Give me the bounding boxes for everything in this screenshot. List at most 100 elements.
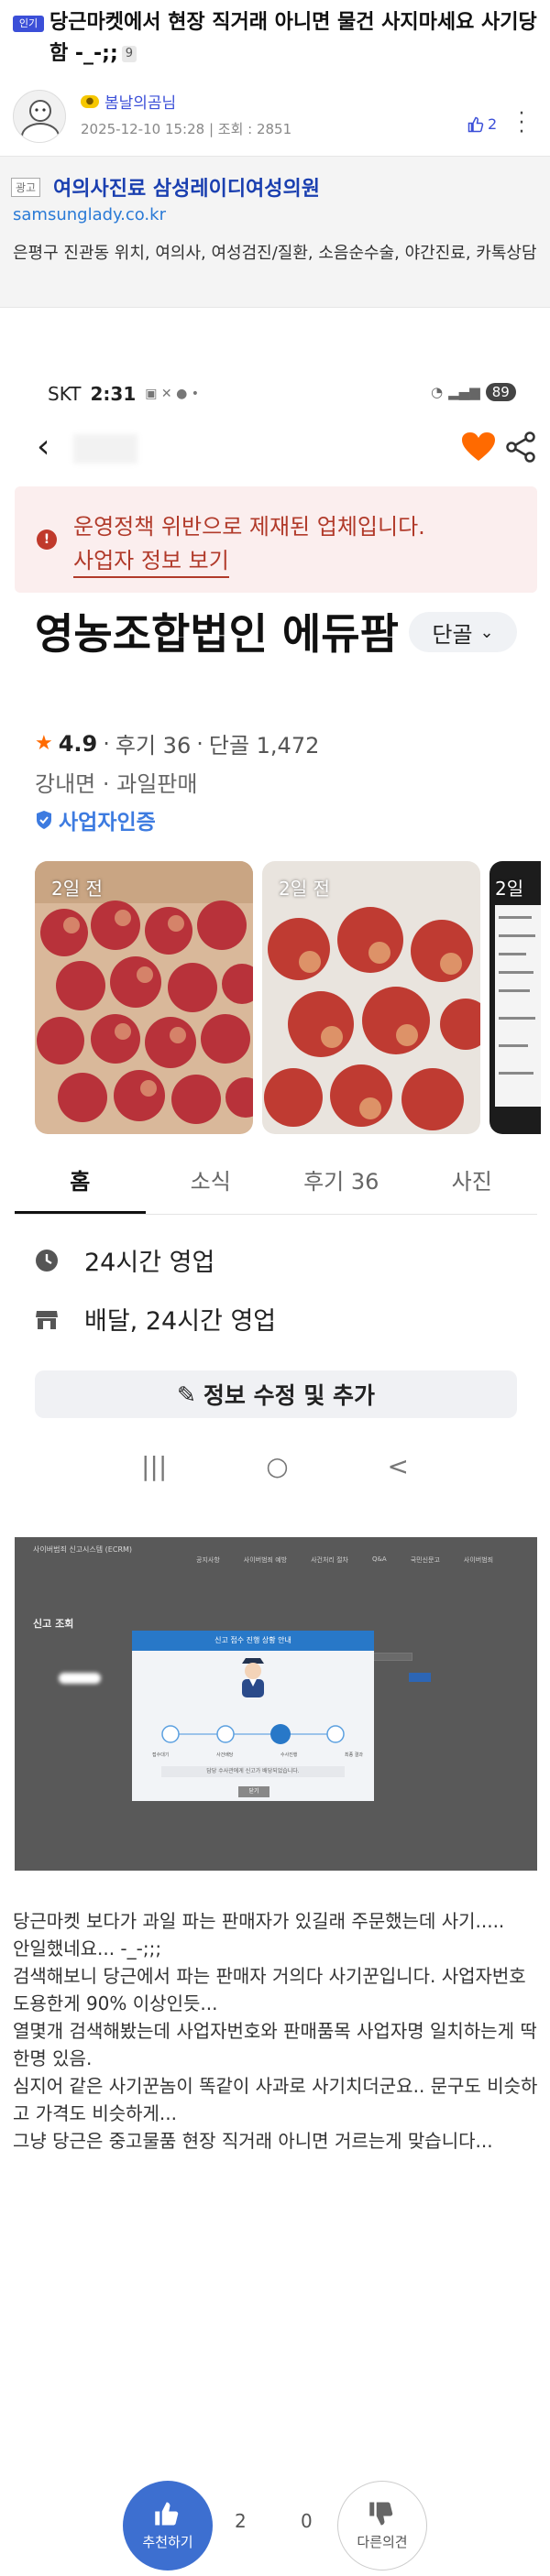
regular-button[interactable]: 단골 ⌄ <box>409 612 517 652</box>
clock-icon <box>36 1249 58 1272</box>
like-counter[interactable]: 2 <box>468 115 497 133</box>
report-menu-item: 국민신문고 <box>410 1556 440 1564</box>
police-mascot-icon <box>242 1658 264 1697</box>
blurred-header <box>73 434 138 464</box>
status-modal-title: 신고 접수 진행 상황 안내 <box>132 1631 374 1651</box>
downvote-count: 0 <box>301 2510 313 2532</box>
rating-sep-2: · <box>196 730 204 757</box>
more-options-icon[interactable]: · · · <box>515 104 528 143</box>
tab-home[interactable]: 홈 <box>15 1156 146 1214</box>
back-nav-icon[interactable]: < <box>388 1451 409 1481</box>
shop-tabs: 홈 소식 후기 36 사진 <box>15 1156 537 1215</box>
back-arrow-icon[interactable]: ‹ <box>37 431 64 467</box>
report-menu-item: 사건처리 절차 <box>311 1556 348 1564</box>
shop-photo-3[interactable]: 2일 <box>490 861 541 1134</box>
store-icon <box>36 1310 58 1329</box>
downvote-label: 다른의견 <box>357 2533 408 2550</box>
body-paragraph: 검색해보니 당근에서 파는 판매자 거의다 사기꾼입니다. 사업자번호 도용한게… <box>13 1965 526 2014</box>
rating-sep: · <box>103 730 110 757</box>
delivery-text: 배달, 24시간 영업 <box>84 1307 277 1336</box>
author-name[interactable]: 봄날의곰님 <box>104 90 176 113</box>
photo-age-badge: 2일 전 <box>279 878 330 900</box>
step-label: 수사진행 <box>280 1752 298 1758</box>
report-status-tag <box>409 1673 431 1682</box>
verified-label: 사업자인증 <box>59 811 156 835</box>
report-heading: 신고 조회 <box>33 1618 74 1630</box>
report-menu-item: 공지사항 <box>196 1556 220 1564</box>
pencil-icon: ✎ <box>176 1381 196 1408</box>
shop-photo-1[interactable]: 2일 전 <box>35 861 253 1134</box>
shop-photo-2[interactable]: 2일 전 <box>262 861 480 1134</box>
report-menu-item: Q&A <box>371 1555 387 1563</box>
report-menu: 공지사항 사이버범죄 예방 사건처리 절차 Q&A 국민신문고 사이버범죄 <box>196 1555 493 1565</box>
report-menu-item: 사이버범죄 예방 <box>243 1556 288 1564</box>
report-steps-labels: 접수대기 사건배당 수사진행 최종 결과 <box>152 1752 363 1758</box>
thumbs-up-icon <box>155 2502 179 2525</box>
shield-check-icon <box>37 811 51 829</box>
home-icon[interactable]: ○ <box>266 1451 288 1481</box>
downvote-button[interactable]: 다른의견 <box>337 2481 427 2571</box>
body-paragraph: 당근마켓 보다가 과일 파는 판매자가 있길래 주문했는데 사기..... <box>13 1910 505 1932</box>
status-right: ◔ ▂▄▆ 89 <box>431 383 516 401</box>
upvote-label: 추천하기 <box>142 2533 193 2550</box>
tab-photos[interactable]: 사진 <box>407 1156 538 1214</box>
signal-icon: ▂▄▆ <box>448 384 480 400</box>
post-date: 2025-12-10 15:28 <box>81 121 205 137</box>
post-body: 당근마켓 보다가 과일 파는 판매자가 있길래 주문했는데 사기..... 안일… <box>13 1907 541 2155</box>
hot-badge: 인기 <box>13 16 44 32</box>
recent-apps-icon[interactable]: ||| <box>141 1451 167 1481</box>
business-info-link[interactable]: 사업자 정보 보기 <box>73 542 229 578</box>
edit-info-label: 정보 수정 및 추가 <box>203 1382 376 1409</box>
meta-divider: | <box>208 121 218 137</box>
verified-badge[interactable]: 사업자인증 <box>35 804 156 835</box>
rating-score: 4.9 <box>58 730 98 757</box>
chevron-down-icon: ⌄ <box>479 622 494 642</box>
delivery-row: 배달, 24시간 영업 <box>35 1301 276 1337</box>
tab-news[interactable]: 소식 <box>146 1156 277 1214</box>
level-icon: ● <box>81 94 99 108</box>
shop-name: 영농조합법인 에듀팜 <box>35 609 399 659</box>
ad-description: 은평구 진관동 위치, 여의사, 여성검진/질환, 소음순수술, 야간진료, 카… <box>13 244 537 263</box>
edit-info-button[interactable]: ✎ 정보 수정 및 추가 <box>35 1370 517 1418</box>
wifi-icon: ◔ <box>431 384 444 400</box>
thumbs-down-icon <box>369 2502 393 2525</box>
photo-age-badge: 2일 전 <box>51 878 103 900</box>
avatar[interactable] <box>13 90 66 143</box>
android-navbar: ||| ○ < <box>0 1438 550 1493</box>
modal-close-button[interactable]: 닫기 <box>238 1786 270 1797</box>
redacted-smudge <box>59 1673 101 1684</box>
author-row[interactable]: ● 봄날의곰님 <box>81 90 176 113</box>
report-menu-item: 사이버범죄 <box>463 1556 494 1564</box>
post-views: 조회 : 2851 <box>217 121 292 137</box>
body-paragraph: 열몇개 검색해봤는데 사업자번호와 판매품목 사업자명 일치하는게 딱 한명 있… <box>13 2020 537 2069</box>
heart-icon[interactable] <box>460 431 497 464</box>
step-label: 최종 결과 <box>345 1752 363 1758</box>
step-label: 접수대기 <box>152 1752 170 1758</box>
ad-url[interactable]: samsunglady.co.kr <box>13 205 166 224</box>
battery-indicator: 89 <box>485 383 516 401</box>
warning-text: 운영정책 위반으로 제재된 업체입니다. <box>73 514 425 540</box>
photo-age-badge: 2일 <box>495 878 524 900</box>
thumbs-up-icon <box>468 116 484 132</box>
review-count[interactable]: 후기 36 <box>116 727 191 759</box>
apple-photo-1 <box>35 861 253 1134</box>
carrier-label: SKT <box>48 383 82 405</box>
report-note: 담당 수사관에게 신고가 배당되었습니다. <box>161 1766 345 1777</box>
status-icons: ▣ ✕ ● • <box>145 387 200 401</box>
apple-photo-2 <box>262 861 480 1134</box>
comment-count-badge[interactable]: 9 <box>121 46 138 62</box>
ad-title[interactable]: 여의사진료 삼성레이디여성의원 <box>53 172 320 202</box>
ad-tag: 광고 <box>11 178 41 197</box>
share-icon[interactable] <box>502 431 539 464</box>
hours-text: 24시간 영업 <box>84 1249 215 1277</box>
body-paragraph: 심지어 같은 사기꾼놈이 똑같이 사과로 사기치더군요.. 문구도 비슷하고 가… <box>13 2075 538 2124</box>
rating-row: ★ 4.9 · 후기 36 · 단골 1,472 <box>35 727 319 759</box>
upvote-button[interactable]: 추천하기 <box>123 2481 213 2571</box>
report-screenshot: 사이버범죄 신고시스템 (ECRM) 공지사항 사이버범죄 예방 사건처리 절차… <box>15 1537 537 1871</box>
tab-reviews[interactable]: 후기 36 <box>276 1156 407 1214</box>
report-site-title: 사이버범죄 신고시스템 (ECRM) <box>33 1545 133 1554</box>
avatar-image <box>21 100 60 142</box>
star-icon: ★ <box>35 732 53 755</box>
hours-row: 24시간 영업 <box>35 1242 214 1278</box>
regular-count: 단골 1,472 <box>208 733 320 759</box>
